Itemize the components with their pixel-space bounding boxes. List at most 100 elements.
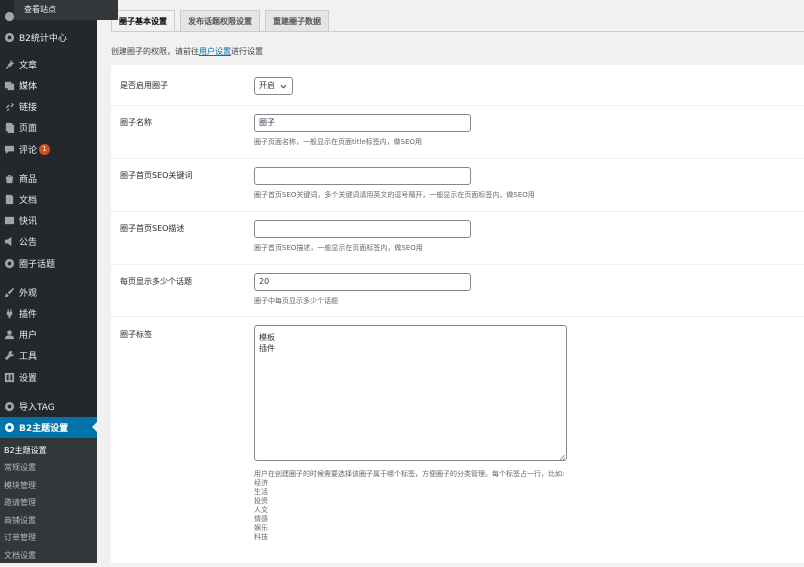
sidebar-item-docs[interactable]: 文档 [0,189,97,210]
tab-topic-permissions[interactable]: 发布话题权限设置 [180,10,260,31]
sidebar-item-pages[interactable]: 页面 [0,117,97,138]
sidebar-item-label: 文档 [19,196,38,206]
sidebar-item-label: 媒体 [19,82,38,92]
admin-sidebar: 查看站点 B2统计中心 文章 媒体 链接 页面 评论 1 商品 文档 快讯 公告… [0,0,118,564]
sidebar-item-users[interactable]: 用户 [0,324,97,345]
tag-example: 情感 [254,515,268,523]
sidebar-item-label: 快讯 [19,217,38,227]
circle-tags-textarea[interactable]: 模板 插件 [254,325,567,462]
news-icon [3,215,15,227]
tag-line: 插件 [259,344,275,353]
sidebar-item-label: 页面 [19,124,38,134]
gear-icon [3,32,15,44]
media-icon [3,80,15,92]
notice-prefix: 创建圈子的权限，请前往 [111,47,199,56]
tag-example: 娱乐 [254,524,268,532]
sidebar-item-announcements[interactable]: 公告 [0,231,97,252]
tag-example: 科技 [254,533,268,541]
sidebar-item-label: 工具 [19,352,38,362]
notice-suffix: 进行设置 [231,47,263,56]
user-icon [3,329,15,341]
sidebar-item-products[interactable]: 商品 [0,168,97,189]
sidebar-item-media[interactable]: 媒体 [0,75,97,96]
per-page-label: 每页显示多少个话题 [120,277,192,286]
settings-tabs: 圈子基本设置 发布话题权限设置 重建圈子数据 [111,10,334,32]
submenu-item-modules[interactable]: 模块管理 [0,477,97,494]
settings-icon [3,372,15,384]
row-circle-tags: 圈子标签 模板 插件 用户在创建圈子的时候需要选择该圈子属于哪个标签，方便圈子的… [111,317,804,567]
permission-notice: 创建圈子的权限，请前往用户设置进行设置 [111,46,263,57]
gear-icon [3,422,15,434]
per-page-input[interactable]: 20 [254,273,471,291]
circle-tags-label: 圈子标签 [120,330,152,339]
row-seo-keywords: 圈子首页SEO关键词 圈子首页SEO关键词，多个关键词请用英文的逗号隔开，一般显… [111,159,804,212]
tag-line: 模板 [259,333,275,342]
document-icon [3,194,15,206]
pin-icon [3,59,15,71]
circle-name-input[interactable]: 圈子 [254,114,471,132]
sidebar-item-label: 公告 [19,238,38,248]
sidebar-item-label: 用户 [19,331,38,341]
chevron-down-icon [280,83,287,90]
sidebar-item-label: 设置 [19,374,38,384]
sidebar-item-label: 文章 [19,61,38,71]
per-page-desc: 圈子中每页显示多少个话题 [254,297,338,305]
submenu-item-general[interactable]: 常规设置 [0,459,97,476]
sidebar-item-comments[interactable]: 评论 1 [0,139,97,160]
sidebar-item-appearance[interactable]: 外观 [0,282,97,303]
sidebar-item-import-tag[interactable]: 导入TAG [0,396,97,417]
tab-divider [111,31,804,32]
tag-example: 投资 [254,497,268,505]
sidebar-item-tools[interactable]: 工具 [0,345,97,366]
sidebar-item-posts[interactable]: 文章 [0,54,97,75]
submenu-item-shop[interactable]: 商铺设置 [0,512,97,529]
view-site-flyout[interactable]: 查看站点 [14,0,118,20]
enable-select-value: 开启 [259,81,275,90]
view-site-label: 查看站点 [24,5,56,14]
tab-circle-basic[interactable]: 圈子基本设置 [111,10,175,32]
sidebar-item-settings[interactable]: 设置 [0,367,97,388]
brush-icon [3,287,15,299]
submenu-item-docs[interactable]: 文档设置 [0,547,97,564]
sidebar-item-label: 插件 [19,310,38,320]
page-icon [3,122,15,134]
submenu-item-orders[interactable]: 订单管理 [0,529,97,546]
resize-handle-icon[interactable] [558,453,566,462]
tags-desc-text: 用户在创建圈子的时候需要选择该圈子属于哪个标签，方便圈子的分类管理。每个标签占一… [254,470,565,478]
sidebar-item-plugins[interactable]: 插件 [0,303,97,324]
gear-icon [3,258,15,270]
sidebar-item-label: 导入TAG [19,403,55,413]
sidebar-item-links[interactable]: 链接 [0,96,97,117]
row-enable: 是否启用圈子 开启 [111,65,804,106]
tag-example: 经济 [254,479,268,487]
enable-label: 是否启用圈子 [120,81,168,90]
product-icon [3,173,15,185]
seo-description-input[interactable] [254,220,471,238]
plugin-icon [3,308,15,320]
sidebar-item-b2-theme-settings[interactable]: B2主题设置 [0,417,97,438]
gear-icon [3,401,15,413]
user-settings-link[interactable]: 用户设置 [199,47,231,56]
comment-icon [3,144,15,156]
seo-description-desc: 圈子首页SEO描述，一般显示在页面标签内，做SEO用 [254,244,423,252]
submenu-item-b2-theme[interactable]: B2主题设置 [0,442,97,459]
sidebar-item-circle-topics[interactable]: 圈子话题 [0,253,97,274]
tag-example: 生活 [254,488,268,496]
tab-rebuild-data[interactable]: 重建圈子数据 [265,10,329,31]
wrench-icon [3,350,15,362]
sidebar-item-label: 评论 [19,146,38,156]
comment-count-badge: 1 [39,144,51,155]
seo-keywords-input[interactable] [254,167,471,185]
sidebar-item-label: B2主题设置 [19,424,69,434]
sidebar-item-b2-stats[interactable]: B2统计中心 [0,27,97,48]
sidebar-item-news[interactable]: 快讯 [0,210,97,231]
megaphone-icon [3,236,15,248]
sidebar-item-label: 圈子话题 [19,260,56,270]
row-circle-name: 圈子名称 圈子 圈子页面名称，一般显示在页面title标签内，做SEO用 [111,106,804,159]
circle-name-desc: 圈子页面名称，一般显示在页面title标签内，做SEO用 [254,138,423,146]
enable-select[interactable]: 开启 [254,77,293,95]
submenu-item-invites[interactable]: 邀请管理 [0,494,97,511]
tag-example: 人文 [254,506,268,514]
sidebar-item-label: 外观 [19,289,38,299]
sidebar-item-label: 商品 [19,175,38,185]
